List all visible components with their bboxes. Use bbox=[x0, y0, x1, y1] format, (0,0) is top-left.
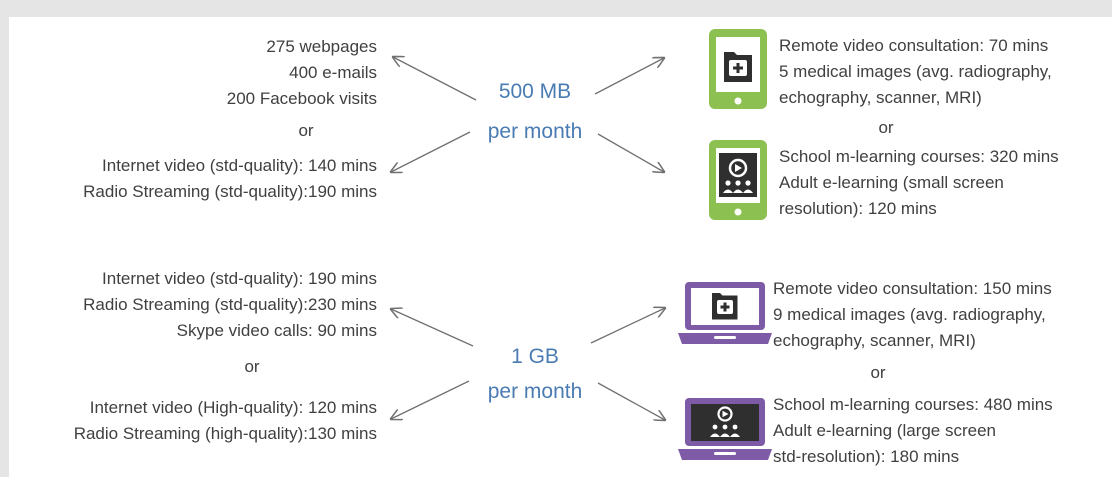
arrow-bottom-right-lower bbox=[597, 382, 665, 420]
arrow-bottom-right-upper bbox=[590, 308, 665, 344]
arrow-bottom-left-upper bbox=[391, 309, 474, 347]
arrow-bottom-left-lower bbox=[391, 380, 470, 419]
connector-arrows bbox=[0, 0, 1112, 477]
arrow-top-left-lower bbox=[391, 131, 471, 172]
arrow-top-right-lower bbox=[597, 133, 664, 172]
data-usage-diagram: 275 webpages 400 e-mails 200 Facebook vi… bbox=[0, 0, 1112, 477]
arrow-top-right-upper bbox=[594, 58, 664, 95]
arrow-top-left-upper bbox=[393, 57, 477, 101]
